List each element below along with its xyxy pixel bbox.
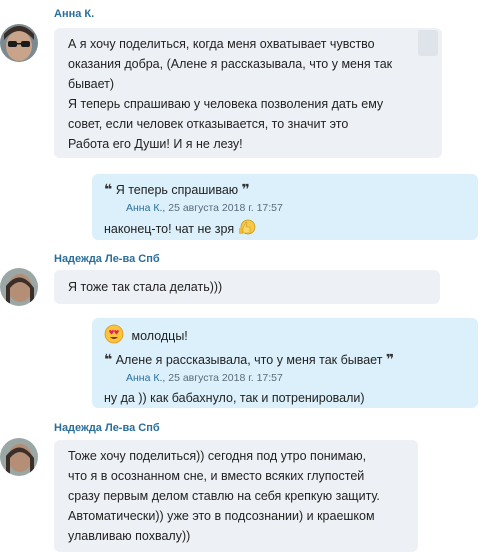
sender-name[interactable]: Надежда Ле-ва Спб [54,253,160,265]
quote-date: 25 августа 2018 г. 17:57 [168,202,283,214]
message-line: оказания добра, (Алене я рассказывала, ч… [68,57,393,71]
message-line: что я в осознанном сне, и вместо всяких … [68,469,365,483]
message-bubble: Тоже хочу поделиться)) сегодня под утро … [54,440,418,552]
sender-name[interactable]: Надежда Ле-ва Спб [54,422,160,434]
message-bubble-outgoing: молодцы! ❝ Алене я рассказывала, что у м… [92,318,478,408]
message-line: улавливаю похвалу)) [68,529,191,543]
quote-text: Я теперь спрашиваю [115,183,239,197]
quote-text: Алене я рассказывала, что у меня так быв… [115,353,383,367]
avatar[interactable] [0,24,38,62]
quote-block[interactable]: ❝ Алене я рассказывала, что у меня так б… [104,350,466,369]
message-line: сразу первым делом ставлю на себя крепку… [68,489,380,503]
quote-block[interactable]: ❝ Я теперь спрашиваю ❞ [104,180,466,199]
sender-name[interactable]: Анна К. [54,8,94,20]
message-line: совет, если человек отказывается, то зна… [68,117,349,131]
message-line: молодцы! [104,324,466,350]
message-line: Я тоже так стала делать))) [68,280,223,294]
message-line: Автоматически)) уже это в подсознании) и… [68,509,375,523]
message-text: молодцы! [131,329,188,344]
message-bubble: Я тоже так стала делать))) [54,270,440,304]
quote-open-icon: ❝ [104,351,113,367]
avatar[interactable] [0,268,38,306]
message-line: наконец-то! чат не зря [104,217,466,240]
message-line: А я хочу поделиться, когда меня охватыва… [68,37,375,51]
message-line: бывает) [68,77,115,91]
message-bubble: А я хочу поделиться, когда меня охватыва… [54,28,442,158]
avatar[interactable] [0,438,38,476]
quote-close-icon: ❞ [241,181,250,197]
reply-text: наконец-то! чат не зря [104,221,235,236]
quote-author[interactable]: Анна К. [126,372,162,384]
message-line: Работа его Души! И я не лезу! [68,137,243,151]
thumbs-up-emoji-icon [238,219,256,240]
quote-open-icon: ❝ [104,181,113,197]
quote-meta: Анна К., 25 августа 2018 г. 17:57 [104,369,466,387]
quote-author[interactable]: Анна К. [126,202,162,214]
message-line: Тоже хочу поделиться)) сегодня под утро … [68,449,367,463]
quote-date: 25 августа 2018 г. 17:57 [168,372,283,384]
message-line: ну да )) как бабахнуло, так и потрениров… [104,391,365,405]
quote-meta: Анна К., 25 августа 2018 г. 17:57 [104,199,466,217]
message-bubble-outgoing: ❝ Я теперь спрашиваю ❞ Анна К., 25 авгус… [92,174,478,240]
message-line: Я теперь спрашиваю у человека позволения… [68,97,384,111]
heart-eyes-emoji-icon [104,324,124,350]
quote-close-icon: ❞ [385,351,395,367]
bubble-scroll-thumb[interactable] [418,30,438,56]
